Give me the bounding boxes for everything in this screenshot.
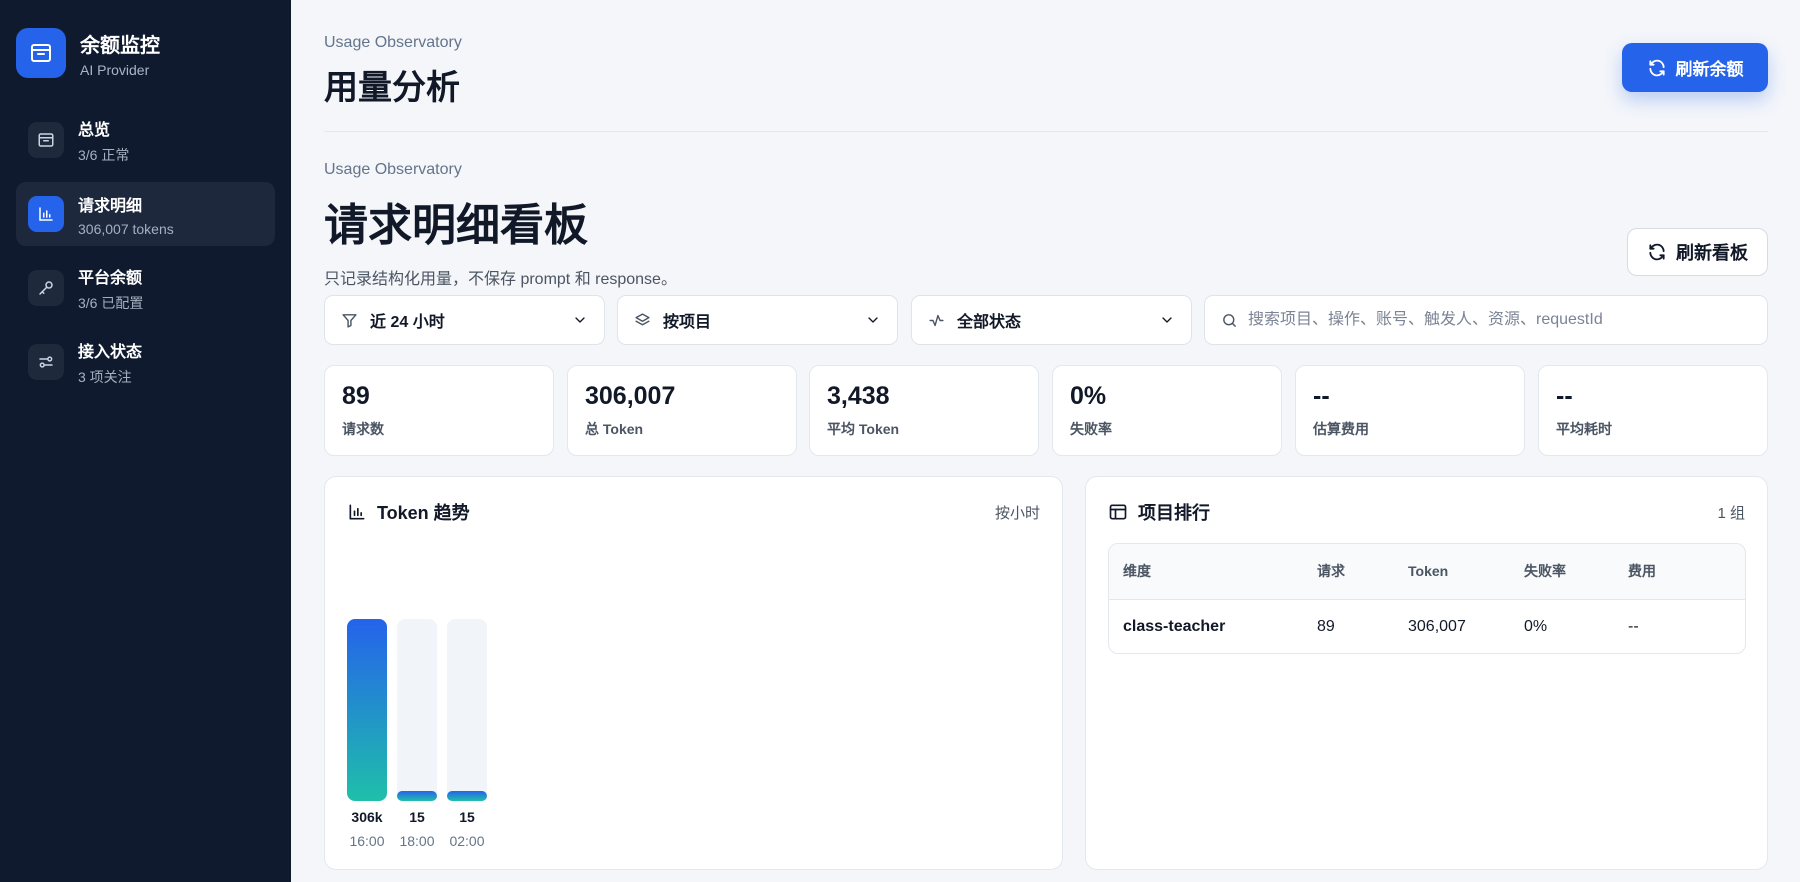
stat-label: 请求数	[342, 421, 384, 437]
key-icon	[28, 270, 64, 306]
stat-card-total-token: 306,007 总 Token	[567, 365, 797, 456]
stat-value: --	[1556, 382, 1573, 410]
time-range-select[interactable]: 近 24 小时	[324, 295, 605, 345]
sidebar-item-overview[interactable]: 总览 3/6 正常	[16, 108, 275, 172]
bar-track	[447, 619, 487, 801]
sidebar-item-requests[interactable]: 请求明细 306,007 tokens	[16, 182, 275, 246]
search-input[interactable]	[1248, 311, 1751, 329]
table-icon	[1108, 502, 1128, 522]
card-header: 项目排行 1 组	[1108, 499, 1745, 525]
section-description: 只记录结构化用量，不保存 prompt 和 response。	[324, 271, 677, 288]
activity-icon	[928, 312, 945, 329]
inbox-icon	[28, 122, 64, 158]
group-by-select[interactable]: 按项目	[617, 295, 898, 345]
card-meta: 1 组	[1717, 504, 1745, 522]
sidebar: 余额监控 AI Provider 总览 3/6 正常 请求明细 306,007 …	[0, 0, 291, 882]
sidebar-item-sub: 3 项关注	[78, 368, 132, 385]
stat-value: 306,007	[585, 382, 676, 410]
stat-label: 估算费用	[1313, 421, 1369, 437]
sidebar-item-label: 总览	[78, 121, 111, 139]
bar-category-label: 02:00	[449, 833, 485, 849]
project-ranking-card: 项目排行 1 组 维度 请求 Token 失败率 费用 class-teache…	[1085, 476, 1768, 870]
page-header: Usage Observatory 用量分析	[324, 34, 462, 109]
stat-value: 3,438	[827, 382, 890, 410]
table-cell: 306,007	[1408, 617, 1466, 635]
column-header: 维度	[1109, 544, 1303, 600]
sidebar-item-label: 接入状态	[78, 343, 143, 361]
sidebar-item-integration[interactable]: 接入状态 3 项关注	[16, 330, 275, 394]
bar[interactable]	[347, 619, 387, 801]
ranking-table: 维度 请求 Token 失败率 费用 class-teacher 89 306,…	[1109, 544, 1745, 653]
status-value: 全部状态	[957, 314, 1022, 331]
sidebar-item-sub: 3/6 正常	[78, 146, 130, 163]
stat-value: 89	[342, 382, 370, 410]
section-title: 请求明细看板	[324, 201, 588, 250]
column-header: 费用	[1614, 544, 1745, 600]
layers-icon	[634, 312, 651, 329]
bar-chart-icon	[28, 196, 64, 232]
bar[interactable]	[397, 791, 437, 801]
sidebar-item-balance[interactable]: 平台余额 3/6 已配置	[16, 256, 275, 320]
refresh-balance-button[interactable]: 刷新余额	[1622, 43, 1768, 92]
filter-bar: 近 24 小时 按项目 全部状态	[324, 295, 1768, 345]
sidebar-item-label: 平台余额	[78, 269, 143, 287]
filter-icon	[341, 312, 358, 329]
status-select[interactable]: 全部状态	[911, 295, 1192, 345]
page-eyebrow: Usage Observatory	[324, 34, 462, 51]
stat-card-requests: 89 请求数	[324, 365, 554, 456]
sidebar-item-label: 请求明细	[78, 197, 143, 215]
group-by-value: 按项目	[663, 314, 712, 331]
column-header: 失败率	[1510, 544, 1614, 600]
brand-title: 余额监控	[80, 34, 160, 57]
section-header: Usage Observatory 请求明细看板 只记录结构化用量，不保存 pr…	[324, 161, 677, 289]
time-range-value: 近 24 小时	[370, 314, 445, 331]
refresh-icon	[1647, 58, 1667, 78]
refresh-icon	[1647, 242, 1667, 262]
chevron-down-icon	[572, 312, 588, 328]
stat-value: 0%	[1070, 382, 1107, 410]
stat-card-avg-token: 3,438 平均 Token	[809, 365, 1039, 456]
divider	[324, 131, 1768, 132]
bar-track	[397, 619, 437, 801]
stat-card-failure-rate: 0% 失败率	[1052, 365, 1282, 456]
table-cell: --	[1628, 617, 1639, 635]
stat-card-avg-latency: -- 平均耗时	[1538, 365, 1768, 456]
token-trend-card: Token 趋势 按小时 306k 16:00 15 18:00 15 02:00	[324, 476, 1063, 870]
brand: 余额监控 AI Provider	[16, 28, 275, 78]
stat-label: 失败率	[1070, 421, 1112, 437]
card-title: 项目排行	[1138, 503, 1210, 523]
bar-value-label: 15	[459, 809, 475, 825]
refresh-balance-label: 刷新余额	[1675, 60, 1744, 79]
chevron-down-icon	[1159, 312, 1175, 328]
refresh-dashboard-button[interactable]: 刷新看板	[1627, 228, 1768, 276]
stat-label: 平均耗时	[1556, 421, 1612, 437]
search-box[interactable]	[1204, 295, 1768, 345]
table-cell: 0%	[1524, 617, 1548, 635]
stat-card-estimated-cost: -- 估算费用	[1295, 365, 1525, 456]
sliders-icon	[28, 344, 64, 380]
stat-label: 平均 Token	[827, 421, 900, 437]
column-header: Token	[1394, 544, 1510, 600]
table-row[interactable]: class-teacher 89 306,007 0% --	[1109, 599, 1745, 653]
section-eyebrow: Usage Observatory	[324, 161, 462, 178]
sidebar-item-sub: 3/6 已配置	[78, 294, 144, 311]
table-cell: 89	[1317, 617, 1335, 635]
column-header: 请求	[1303, 544, 1394, 600]
stat-value: --	[1313, 382, 1330, 410]
page-title: 用量分析	[324, 69, 460, 107]
refresh-dashboard-label: 刷新看板	[1676, 243, 1748, 263]
sidebar-item-sub: 306,007 tokens	[78, 220, 174, 237]
brand-subtitle: AI Provider	[80, 61, 150, 78]
inbox-icon	[16, 28, 66, 78]
table-header-row: 维度 请求 Token 失败率 费用	[1109, 544, 1745, 600]
token-trend-chart: 306k 16:00 15 18:00 15 02:00	[325, 477, 1064, 871]
chevron-down-icon	[865, 312, 881, 328]
search-icon	[1221, 312, 1238, 329]
ranking-table-wrap: 维度 请求 Token 失败率 费用 class-teacher 89 306,…	[1108, 543, 1746, 654]
stats-row: 89 请求数 306,007 总 Token 3,438 平均 Token 0%…	[324, 365, 1768, 456]
table-cell: class-teacher	[1123, 617, 1226, 635]
main-content: Usage Observatory 用量分析 刷新余额 Usage Observ…	[291, 0, 1800, 882]
stat-label: 总 Token	[585, 421, 644, 437]
bar[interactable]	[447, 791, 487, 801]
